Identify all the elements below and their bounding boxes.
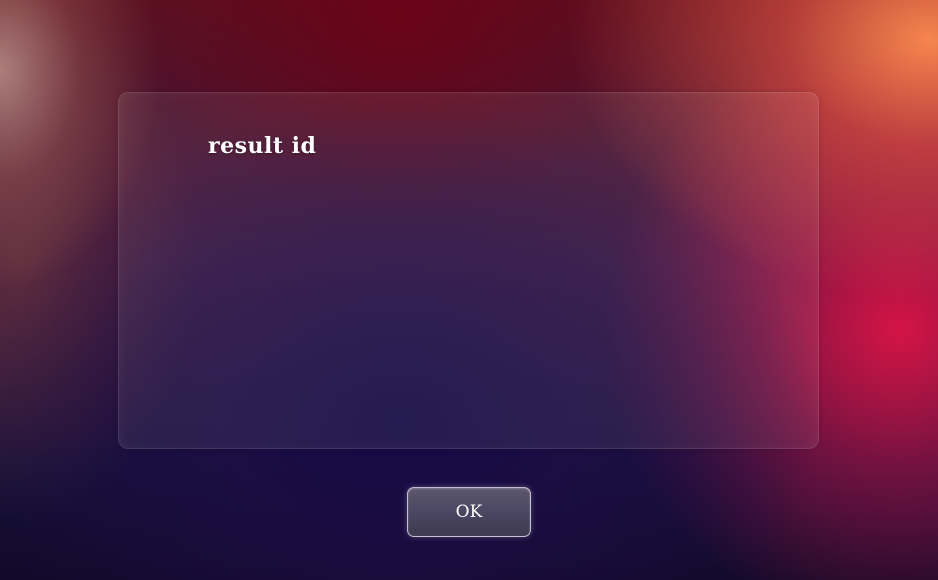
ok-button[interactable]: OK (407, 487, 531, 537)
dialog-message: result id (208, 133, 317, 159)
dialog-panel: result id (118, 92, 819, 449)
